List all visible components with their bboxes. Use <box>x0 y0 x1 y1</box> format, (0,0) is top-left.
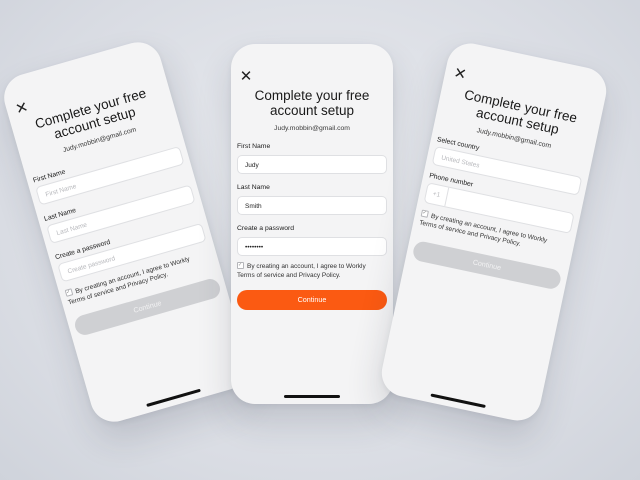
page-title: Complete your free account setup <box>463 87 579 138</box>
dial-code[interactable]: +1 <box>424 183 450 207</box>
password-input[interactable]: •••••••• <box>237 237 387 256</box>
consent-text: By creating an account, I agree to Workl… <box>237 261 385 280</box>
page-title: Complete your free account setup <box>254 88 370 118</box>
first-name-label: First Name <box>237 143 271 150</box>
consent-checkbox[interactable] <box>420 209 429 218</box>
first-name-input[interactable]: Judy <box>237 155 387 174</box>
password-label: Create a password <box>237 225 295 232</box>
account-email: Judy.mobbin@gmail.com <box>274 125 350 132</box>
home-indicator <box>146 388 201 407</box>
phone-screen-country-phone: ✕ Complete your free account setup Judy.… <box>377 39 611 425</box>
phone-screen-name-filled: ✕ Complete your free account setup Judy.… <box>231 44 393 404</box>
consent-checkbox[interactable] <box>237 261 244 270</box>
last-name-label: Last Name <box>237 184 270 191</box>
home-indicator <box>284 395 340 398</box>
consent-checkbox[interactable] <box>64 288 74 297</box>
close-icon[interactable]: ✕ <box>452 64 469 83</box>
home-indicator <box>430 393 486 409</box>
consent-label: By creating an account, I agree to Workl… <box>237 263 366 279</box>
continue-button[interactable]: Continue <box>237 290 387 310</box>
close-icon[interactable]: ✕ <box>13 99 31 119</box>
phone-screen-name-empty: ✕ Complete your free account setup Judy.… <box>0 36 254 428</box>
last-name-input[interactable]: Smith <box>237 196 387 215</box>
close-icon[interactable]: ✕ <box>239 69 253 84</box>
